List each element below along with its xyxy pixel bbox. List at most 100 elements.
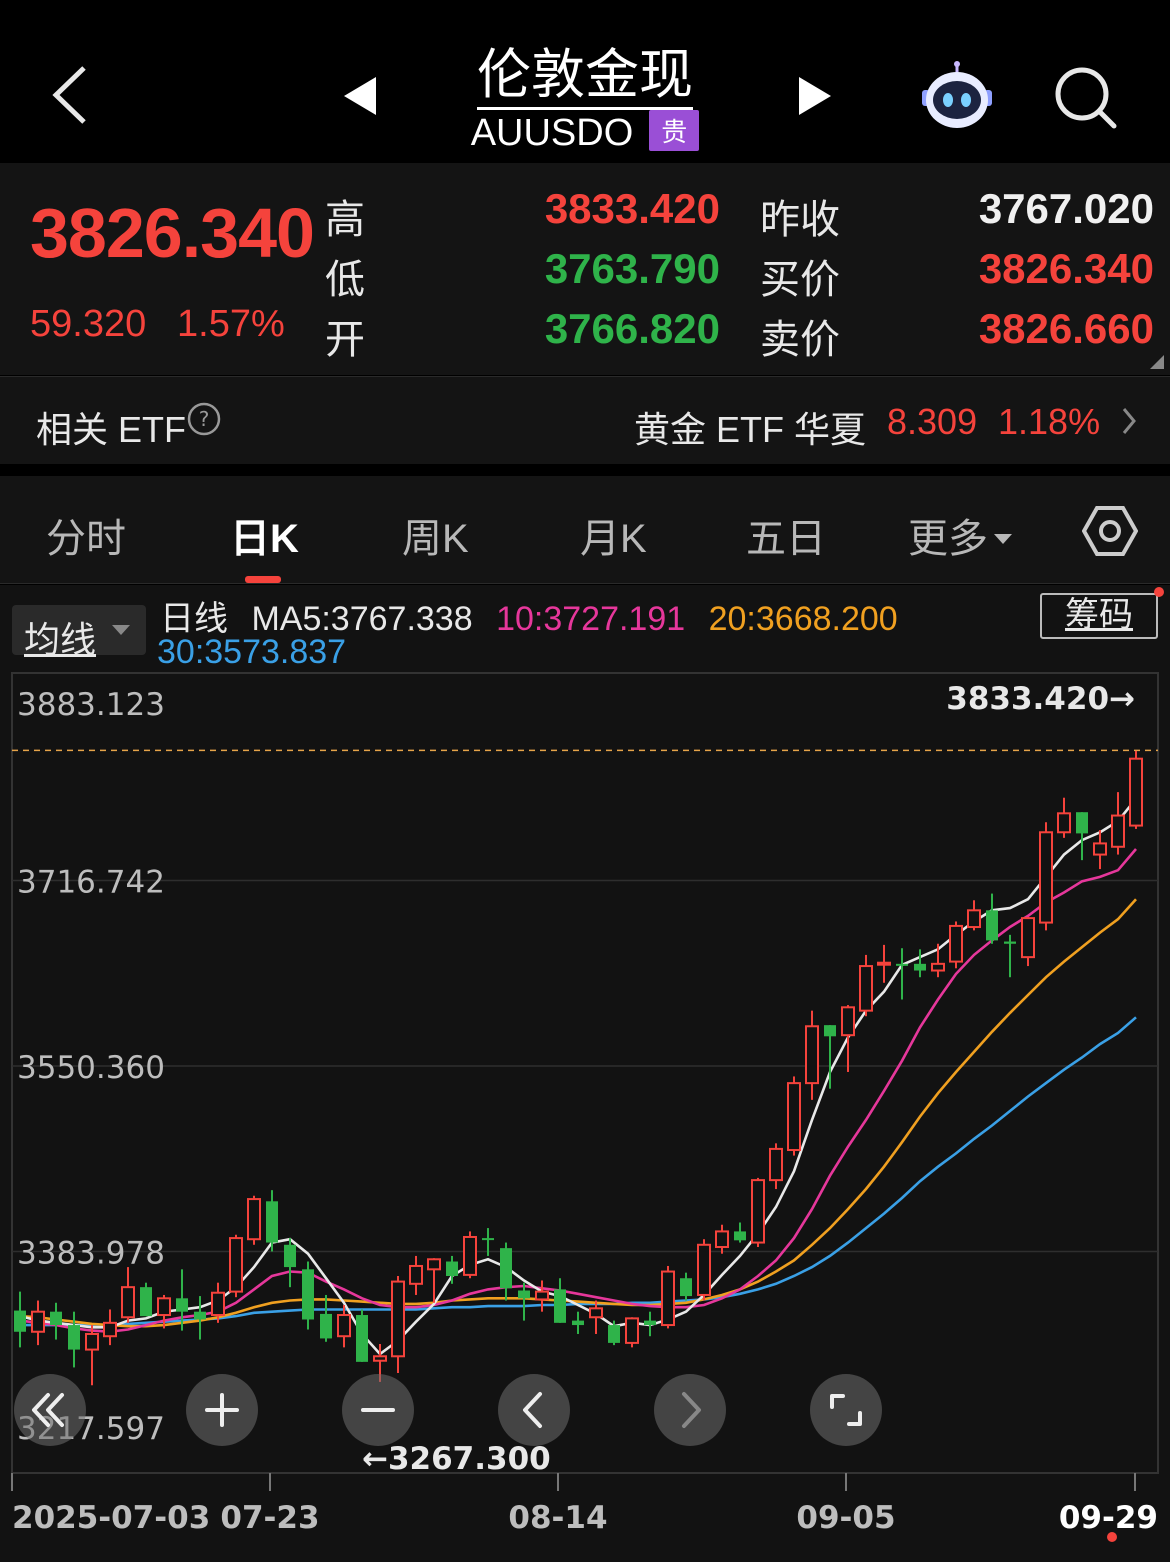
candle — [787, 1076, 801, 1156]
expand-corner-icon[interactable] — [1150, 355, 1164, 369]
candle — [661, 1265, 675, 1329]
candle-body — [625, 1317, 639, 1344]
control-button-bg — [810, 1374, 882, 1446]
y-tick-label: 3550.360 — [17, 1050, 165, 1086]
tab-five-day[interactable]: 五日 — [746, 506, 826, 564]
tab-monthly-k[interactable]: 月K — [580, 506, 647, 564]
candle — [320, 1294, 332, 1342]
zoom-out-icon[interactable] — [342, 1374, 414, 1446]
ask-label: 卖价 — [760, 318, 840, 362]
candle — [805, 1010, 819, 1100]
candle-body — [229, 1237, 243, 1293]
candle — [463, 1231, 477, 1279]
fullscreen-icon[interactable] — [810, 1374, 882, 1446]
open-value: 3766.820 — [544, 305, 720, 352]
candle-body — [554, 1289, 566, 1323]
candle — [1057, 797, 1071, 838]
search-icon[interactable] — [1052, 64, 1118, 130]
candle — [14, 1291, 26, 1348]
candle-body — [176, 1298, 188, 1312]
candle — [121, 1267, 135, 1323]
candle-body — [14, 1310, 26, 1332]
last-price: 3826.340 — [30, 194, 315, 272]
candle — [554, 1278, 566, 1323]
x-tick-label: 08-14 — [508, 1500, 607, 1536]
candle — [31, 1300, 45, 1346]
y-tick-label: 3883.123 — [17, 687, 165, 723]
candle — [644, 1311, 656, 1337]
candle — [769, 1143, 783, 1190]
low-label: 低 — [325, 258, 365, 302]
candle-body — [661, 1270, 675, 1327]
candle-body — [446, 1261, 458, 1277]
candle — [229, 1234, 243, 1298]
candle — [518, 1282, 530, 1321]
candle-body — [1004, 941, 1016, 944]
etf-change-pct: 1.18% — [998, 401, 1101, 442]
candle — [1129, 750, 1143, 829]
kline-chart[interactable]: 3883.1233716.7423550.3603383.9783217.597… — [0, 585, 1170, 1562]
candle-body — [68, 1325, 80, 1350]
candle-body — [967, 909, 981, 929]
chevron-right-icon — [1122, 408, 1136, 434]
candle — [859, 954, 873, 1017]
low-marker-label: ←3267.300 — [362, 1441, 551, 1477]
low-value: 3763.790 — [544, 245, 720, 292]
candle — [877, 944, 891, 983]
candle — [1039, 822, 1053, 931]
candle-body — [121, 1286, 135, 1319]
candle-body — [931, 962, 945, 972]
candle-body — [500, 1248, 512, 1289]
help-icon[interactable]: ? — [186, 401, 222, 437]
high-marker-label: 3833.420→ — [946, 681, 1135, 717]
ma20-line — [19, 898, 1137, 1328]
tab-intraday[interactable]: 分时 — [46, 506, 126, 564]
next-instrument-icon[interactable] — [795, 75, 835, 117]
candle-body — [463, 1235, 477, 1276]
candle-body — [949, 924, 963, 963]
candle-body — [1076, 812, 1088, 834]
high-label: 高 — [325, 198, 365, 242]
ai-assistant-icon[interactable] — [918, 60, 996, 132]
candle-body — [482, 1238, 494, 1241]
tab-more[interactable]: 更多 — [908, 506, 1012, 564]
y-tick-label: 3716.742 — [17, 864, 165, 900]
kline-chart-area: 均线 日线 MA5:3767.338 10:3727.191 20:3668.2… — [0, 585, 1170, 1562]
tab-more-label: 更多 — [908, 517, 988, 561]
candle-body — [824, 1025, 836, 1037]
top-nav-bar: 伦敦金现 AUUSDO 贵 — [0, 0, 1170, 163]
prev-icon[interactable] — [498, 1374, 570, 1446]
chart-frame — [11, 672, 1159, 1474]
zoom-in-icon[interactable] — [186, 1374, 258, 1446]
rewind-icon[interactable] — [14, 1374, 86, 1446]
candle-body — [535, 1290, 549, 1301]
related-etf-label: 相关 ETF — [36, 409, 186, 450]
candle — [572, 1311, 584, 1334]
candle-body — [50, 1311, 62, 1326]
tab-daily-k[interactable]: 日K — [230, 506, 299, 564]
next-icon[interactable] — [654, 1374, 726, 1446]
tab-weekly-k[interactable]: 周K — [402, 506, 469, 564]
x-tick-label: 09-05 — [796, 1500, 895, 1536]
candle — [931, 943, 945, 978]
ma5-line — [19, 797, 1138, 1356]
x-tick-label: 09-29 — [1059, 1500, 1158, 1536]
instrument-code-row: AUUSDO 贵 — [420, 110, 750, 155]
x-tick-label: 07-23 — [220, 1500, 319, 1536]
candle — [1111, 792, 1125, 855]
candle — [302, 1261, 314, 1330]
candle — [409, 1255, 423, 1295]
candle-body — [373, 1355, 387, 1362]
settings-icon[interactable] — [1082, 503, 1138, 559]
candle-body — [734, 1231, 746, 1241]
prev-instrument-icon[interactable] — [340, 75, 380, 117]
candle — [697, 1239, 711, 1301]
candle-body — [644, 1320, 656, 1326]
related-etf-row[interactable]: 相关 ETF ? 黄金 ETF 华夏 8.309 1.18% — [0, 376, 1170, 464]
prev-close-label: 昨收 — [760, 198, 840, 242]
candle-body — [914, 963, 926, 971]
candle — [194, 1296, 206, 1340]
back-arrow-icon[interactable] — [40, 60, 100, 130]
candle — [896, 948, 908, 1000]
ma30-line — [20, 1016, 1137, 1327]
